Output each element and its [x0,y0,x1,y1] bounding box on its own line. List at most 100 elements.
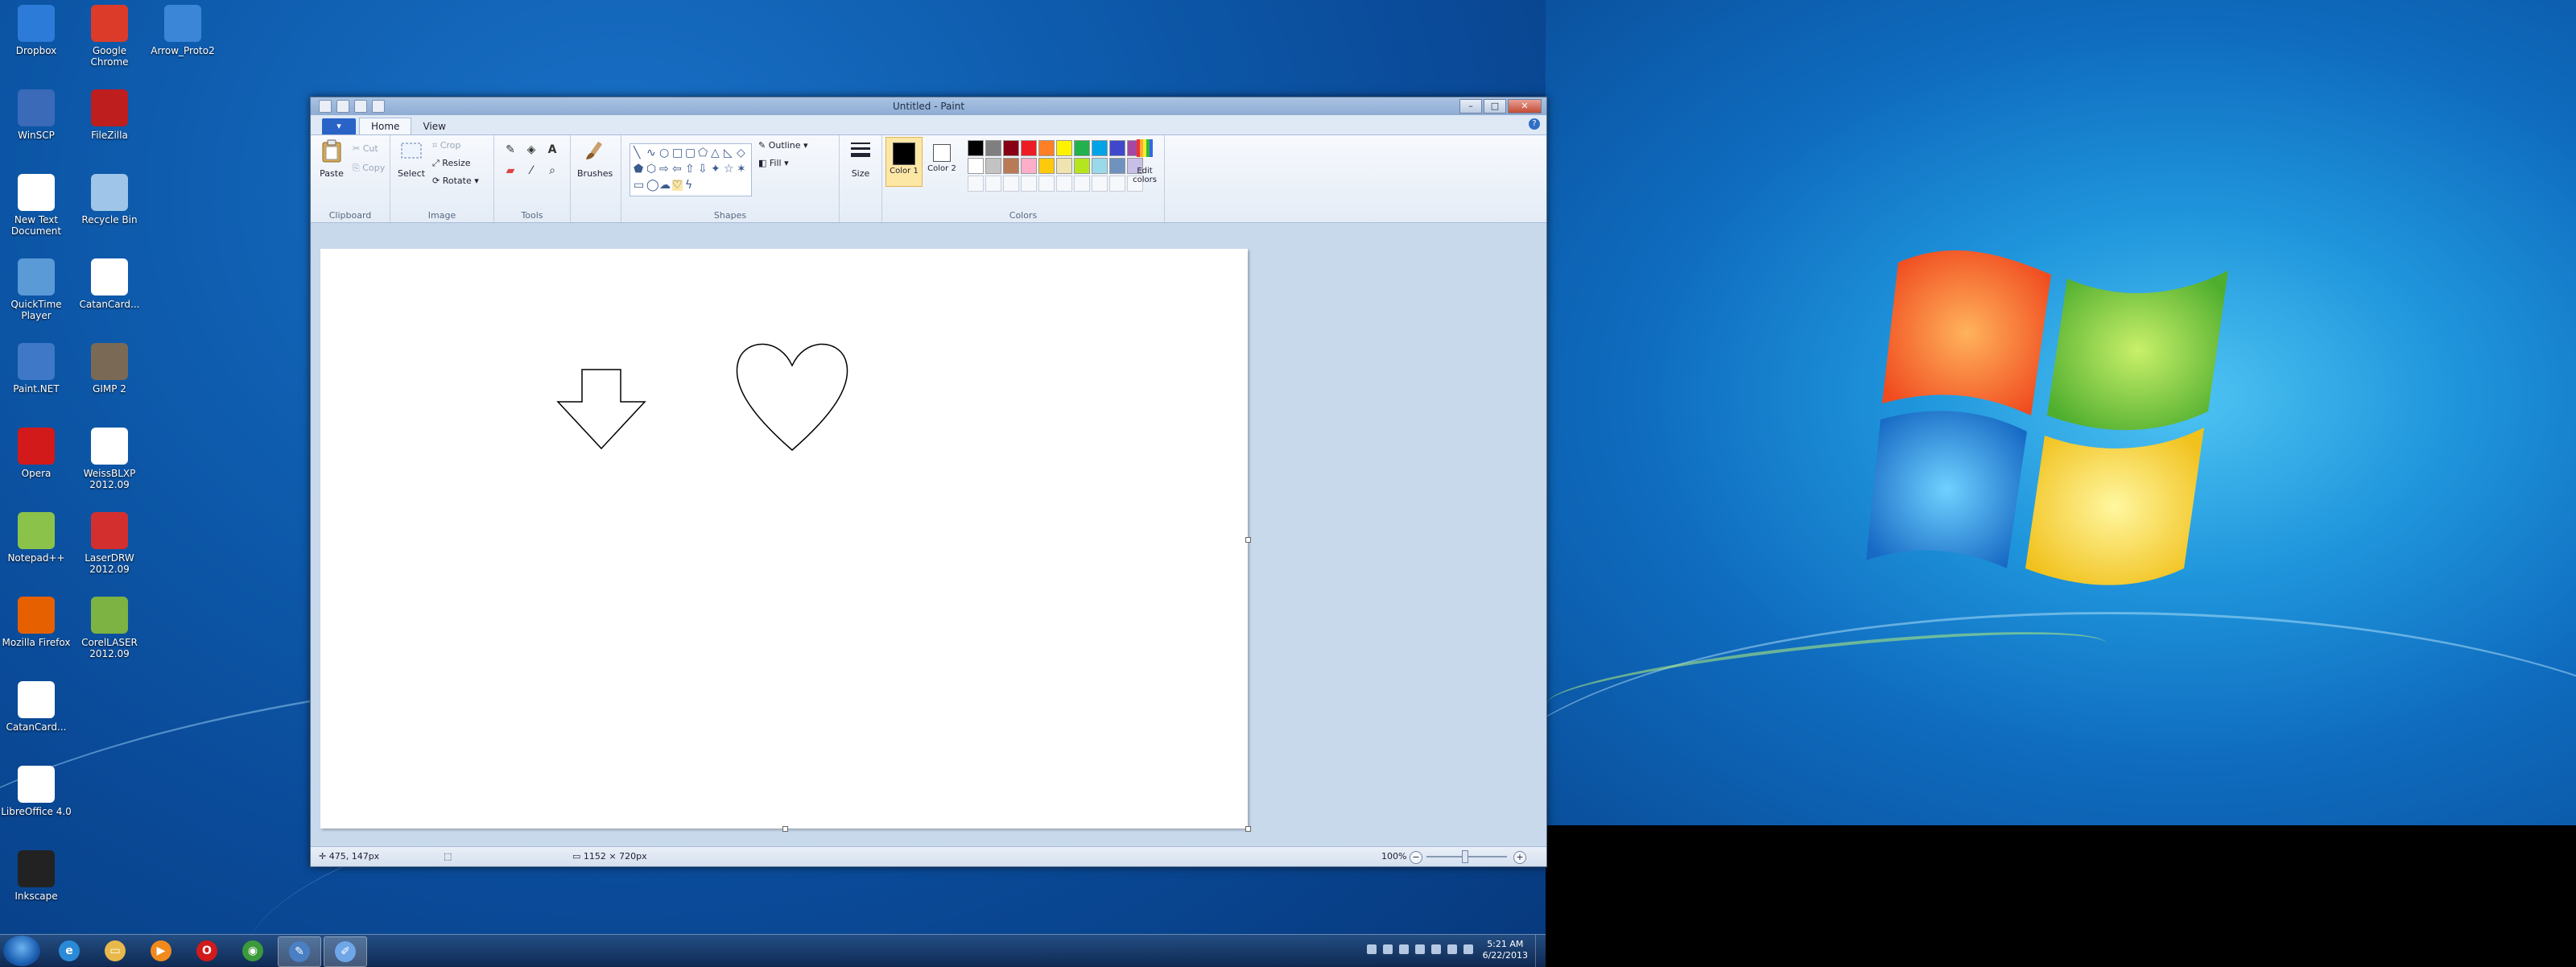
down-arrow-shape-icon[interactable]: ⇩ [698,163,708,175]
palette-swatch[interactable] [1003,158,1019,174]
crop-button[interactable]: ⌗ Crop [432,140,460,151]
minimize-button[interactable]: – [1459,99,1482,114]
desktop-icon[interactable]: CatanCard... [72,258,147,310]
palette-swatch[interactable] [985,158,1001,174]
palette-empty-swatch[interactable] [1021,176,1037,192]
desktop-icon[interactable]: Notepad++ [0,512,73,564]
drawing-canvas[interactable] [320,249,1251,832]
palette-swatch[interactable] [1021,158,1037,174]
paint-window[interactable]: Untitled - Paint – □ ✕ ▾ Home View ? Pas… [310,97,1547,867]
palette-empty-swatch[interactable] [1074,176,1090,192]
color2-button[interactable]: Color 2 [924,137,960,185]
palette-swatch[interactable] [1021,140,1037,156]
palette-swatch[interactable] [1092,140,1108,156]
curve-shape-icon[interactable]: ∿ [646,147,656,159]
color-picker-icon[interactable]: ⁄ [523,163,539,179]
cut-button[interactable]: ✂ Cut [353,143,378,154]
pentagon-shape-icon[interactable]: ⬟ [634,163,643,175]
palette-empty-swatch[interactable] [1003,176,1019,192]
taskbar-item[interactable]: ▭ [94,936,136,965]
five-point-star-shape-icon[interactable]: ☆ [724,163,734,175]
palette-swatch[interactable] [1109,158,1125,174]
palette-swatch[interactable] [985,140,1001,156]
maximize-button[interactable]: □ [1484,99,1506,114]
desktop-icon[interactable]: Google Chrome [72,5,147,68]
left-arrow-shape-icon[interactable]: ⇦ [672,163,682,175]
desktop-icon[interactable]: LaserDRW 2012.09 [72,512,147,575]
tray-volume-icon[interactable] [1463,944,1473,954]
lightning-shape-icon[interactable]: ϟ [685,180,692,191]
canvas-scroll-area[interactable] [311,239,1546,847]
palette-swatch[interactable] [1038,140,1055,156]
palette-swatch[interactable] [1074,158,1090,174]
desktop-icon[interactable]: Mozilla Firefox [0,597,73,648]
desktop-icon[interactable]: QuickTime Player [0,258,73,321]
rotate-button[interactable]: ⟳ Rotate ▾ [432,176,479,186]
heart-shape[interactable] [736,343,848,451]
palette-empty-swatch[interactable] [985,176,1001,192]
palette-swatch[interactable] [968,140,984,156]
tab-home[interactable]: Home [359,118,412,134]
desktop-icon[interactable]: Recycle Bin [72,174,147,225]
desktop-icon[interactable]: Dropbox [0,5,73,56]
palette-empty-swatch[interactable] [1109,176,1125,192]
desktop-icon[interactable]: WinSCP [0,89,73,141]
edit-colors-button[interactable]: Edit colors [1129,137,1161,184]
file-menu-button[interactable]: ▾ [322,118,356,134]
palette-swatch[interactable] [1074,140,1090,156]
palette-empty-swatch[interactable] [1092,176,1108,192]
desktop-icon[interactable]: CorelLASER 2012.09 [72,597,147,659]
desktop-icon[interactable]: LibreOffice 4.0 [0,766,73,817]
zoom-out-button[interactable]: − [1410,851,1422,864]
callout-shape-icon[interactable]: ▭ [634,180,644,191]
resize-button[interactable]: ⤢ Resize [432,158,471,169]
resize-handle-bottom[interactable] [782,826,788,832]
magnifier-icon[interactable]: ⌕ [544,163,560,179]
tray-network-icon[interactable] [1383,944,1393,954]
desktop-icon[interactable]: FileZilla [72,89,147,141]
desktop-icon[interactable]: CatanCard... [0,681,73,733]
palette-empty-swatch[interactable] [968,176,984,192]
tray-app-icon[interactable] [1367,944,1377,954]
copy-button[interactable]: ⎘ Copy [353,163,385,174]
desktop-icon[interactable]: WeissBLXP 2012.09 [72,428,147,490]
zoom-slider-thumb[interactable] [1462,850,1468,863]
desktop-icon[interactable]: Opera [0,428,73,479]
four-point-star-shape-icon[interactable]: ✦ [711,163,720,175]
six-point-star-shape-icon[interactable]: ✶ [737,163,746,175]
palette-swatch[interactable] [1056,140,1072,156]
shapes-gallery[interactable]: ╲ ∿ ○ □ ▢ ⬠ △ ◺ ◇ ⬟ ⬡ ⇨ ⇦ ⇧ ⇩ ✦ ☆ ✶ ▭ ◯ [630,143,752,196]
line-shape-icon[interactable]: ╲ [634,147,640,159]
rounded-rect-shape-icon[interactable]: ▢ [685,147,696,159]
desktop-icon[interactable]: Arrow_Proto2 [146,5,220,56]
resize-handle-right[interactable] [1245,537,1251,543]
taskbar-item[interactable]: ✐ [324,936,367,967]
up-arrow-shape-icon[interactable]: ⇧ [685,163,695,175]
clock[interactable]: 5:21 AM 6/22/2013 [1483,939,1528,961]
select-button[interactable]: Select [394,138,429,179]
color1-button[interactable]: Color 1 [886,137,923,187]
rectangle-shape-icon[interactable]: □ [672,147,683,159]
fill-button[interactable]: ◧ Fill ▾ [758,158,789,168]
taskbar-item[interactable]: O [186,936,228,965]
desktop-icon[interactable]: Paint.NET [0,343,73,395]
taskbar-item[interactable]: e [48,936,90,965]
desktop-icon[interactable]: New Text Document [0,174,73,237]
right-triangle-shape-icon[interactable]: ◺ [724,147,733,159]
paste-button[interactable]: Paste [314,138,349,179]
title-bar[interactable]: Untitled - Paint – □ ✕ [311,97,1546,115]
heart-shape-icon[interactable]: ♡ [672,180,683,191]
outline-button[interactable]: ✎ Outline ▾ [758,140,808,151]
hexagon-shape-icon[interactable]: ⬡ [646,163,656,175]
tab-view[interactable]: View [411,118,456,134]
cloud-callout-shape-icon[interactable]: ☁ [659,180,671,191]
zoom-in-button[interactable]: + [1513,851,1526,864]
fill-bucket-icon[interactable]: ◈ [523,142,539,158]
desktop-icon[interactable]: Inkscape [0,850,73,902]
resize-handle-corner[interactable] [1245,826,1251,832]
size-button[interactable]: Size [843,138,878,179]
palette-swatch[interactable] [1056,158,1072,174]
palette-empty-swatch[interactable] [1038,176,1055,192]
tray-update-icon[interactable] [1415,944,1425,954]
desktop-icon[interactable]: GIMP 2 [72,343,147,395]
